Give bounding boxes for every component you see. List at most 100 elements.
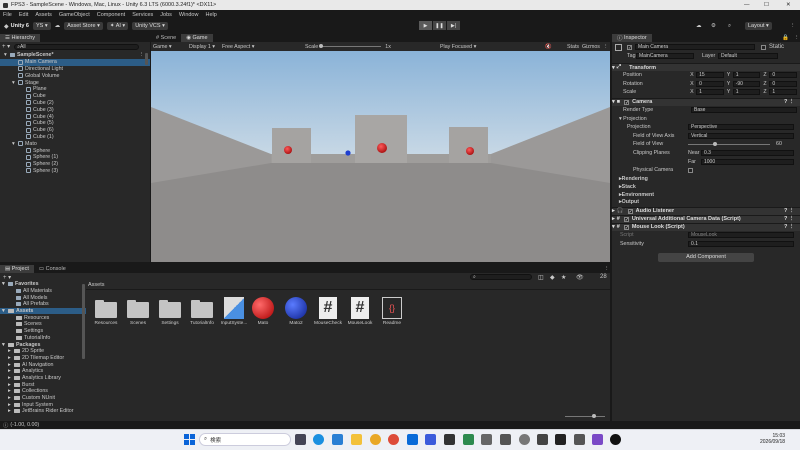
game-mode-dropdown[interactable]: Game ▾ [153,44,189,50]
chrome-icon[interactable] [370,434,381,445]
pause-button[interactable]: ❚❚ [433,21,446,30]
tree-favorite-item[interactable]: All Prefabs [0,301,86,308]
asset-item[interactable]: Mato [248,297,278,326]
camera-enabled-toggle[interactable]: ✓ [624,99,630,105]
task-view-icon[interactable] [295,434,306,445]
tab-scene[interactable]: # Scene [151,34,181,42]
app-icon-3[interactable] [500,434,511,445]
scale-slider[interactable] [319,44,382,48]
hierarchy-item[interactable]: Cube (5) [0,120,150,127]
tree-assets[interactable]: ▾ Assets [0,307,86,315]
app-icon-7[interactable] [610,434,621,445]
filter-label-icon[interactable]: ◆ [550,274,555,281]
hierarchy-item[interactable]: Cube (6) [0,127,150,134]
hierarchy-item[interactable]: Sphere (3) [0,168,150,175]
mouse-look-help-icon[interactable]: ? ⋮ [784,224,794,230]
asset-store-button[interactable]: Asset Store ▾ [64,22,103,30]
hierarchy-item[interactable]: Plane [0,86,150,93]
hierarchy-item[interactable]: Sphere (1) [0,154,150,161]
tree-favorites[interactable]: ▾ Favorites [0,281,86,288]
menu-services[interactable]: Services [132,12,153,18]
active-toggle[interactable]: ✓ [627,44,632,50]
account-dropdown[interactable]: YS ▾ [32,22,51,30]
tree-favorite-item[interactable]: All Materials [0,288,86,295]
gizmos-button[interactable]: Gizmos [582,44,600,50]
clock[interactable]: 15:03 2026/09/18 [760,433,785,445]
asset-item[interactable]: Resources [91,297,121,326]
app-icon-4[interactable] [519,434,530,445]
project-add-button[interactable]: + ▾ [3,274,11,281]
stats-button[interactable]: Stats [567,44,579,50]
zoom-slider-handle[interactable] [592,414,596,418]
hierarchy-item[interactable]: Cube (1) [0,134,150,141]
tree-packages[interactable]: ▾ Packages [0,341,86,348]
tree-scrollbar[interactable] [82,284,85,359]
search-icon[interactable]: ⌕ [728,23,731,30]
layout-dropdown[interactable]: Layout ▾ [745,22,772,30]
static-toggle[interactable] [761,44,766,50]
scale-x-field[interactable]: 1 [696,89,724,96]
hierarchy-item[interactable]: Cube (4) [0,113,150,120]
tree-package-item[interactable]: ▸ 2D Tilemap Editor [0,355,86,362]
ai-button[interactable]: ✦ AI ▾ [106,22,129,30]
tree-package-item[interactable]: ▸ JetBrains Rider Editor [0,408,86,415]
audio-listener-toggle[interactable]: ✓ [627,208,633,214]
explorer-icon[interactable] [351,434,362,445]
fov-slider[interactable] [688,141,770,146]
camera-data-header[interactable]: ▸ # ✓ Universal Additional Camera Data (Sc… [612,214,800,223]
account-button[interactable]: Unity 6 [11,23,29,29]
rotation-x-field[interactable]: 0 [696,80,724,87]
asset-item[interactable]: TutorialInfo [187,297,217,326]
app-icon-6[interactable] [574,434,585,445]
display-dropdown[interactable]: Display 1 ▾ [189,44,222,50]
app-icon-5[interactable] [537,434,548,445]
tree-asset-folder[interactable]: Resources [0,314,86,321]
transform-header[interactable]: ▾ ⤢ Transform [612,63,800,71]
store-icon[interactable] [407,434,418,445]
projection-foldout[interactable]: ▾ Projection [619,116,647,122]
asset-item[interactable]: Mato2 [281,297,311,326]
tab-hierarchy[interactable]: ☰ Hierarchy [0,34,41,42]
play-focused-dropdown[interactable]: Play Focused ▾ [440,44,476,50]
gameobject-name-field[interactable]: Main Camera [635,44,755,50]
fov-slider-handle[interactable] [713,141,718,146]
audio-help-icon[interactable]: ? ⋮ [784,208,794,214]
far-field[interactable]: 1000 [701,158,794,165]
windows-start-icon[interactable] [184,434,195,445]
more-icon[interactable]: ⋮ [603,44,608,50]
sensitivity-field[interactable]: 0.1 [688,240,794,247]
scale-z-field[interactable]: 1 [769,89,798,96]
tree-package-item[interactable]: ▸ Custom NUnit [0,395,86,402]
hierarchy-item[interactable]: ▾ SampleScene* ⋮ [0,52,150,59]
step-button[interactable]: ▶| [447,21,460,30]
audio-listener-header[interactable]: ▸ 🎧 ✓ Audio Listener? ⋮ [612,206,800,215]
hierarchy-item[interactable]: Cube [0,93,150,100]
hierarchy-item[interactable]: Directional Light [0,66,150,73]
near-field[interactable]: 0.3 [701,150,794,157]
tab-game[interactable]: ◉ Game [181,34,213,42]
hierarchy-item[interactable]: Cube (3) [0,106,150,113]
menu-assets[interactable]: Assets [35,12,52,18]
terminal-icon[interactable] [444,434,455,445]
position-y-field[interactable]: 1 [732,72,761,79]
tree-package-item[interactable]: ▸ AI Navigation [0,361,86,368]
section-environment[interactable]: ▸ Environment [612,191,800,199]
scene-menu-icon[interactable]: ⋮ [139,52,144,58]
menu-component[interactable]: Component [97,12,125,18]
tab-project[interactable]: ▤ Project [0,265,34,273]
play-button[interactable]: ▶ [419,21,432,30]
add-object-button[interactable]: + ▾ [2,43,10,50]
mute-audio-icon[interactable]: 🔇 [545,44,552,50]
more-menu-icon[interactable]: ⋮ [790,23,796,29]
section-rendering[interactable]: ▸ Rendering [612,176,800,184]
lock-icon[interactable]: 🔒 [782,35,789,41]
asset-item[interactable]: Scenes [123,297,153,326]
cloud-icon[interactable]: ☁ [55,23,61,29]
maximize-button[interactable]: ☐ [764,2,769,8]
tree-asset-folder[interactable]: Scenes [0,321,86,328]
app-icon-2[interactable] [481,434,492,445]
hierarchy-item[interactable]: ▾ Stage [0,79,150,86]
section-output[interactable]: ▸ Output [612,198,800,206]
inspector-menu-icon[interactable]: ⋮ [794,35,800,41]
menu-window[interactable]: Window [179,12,199,18]
